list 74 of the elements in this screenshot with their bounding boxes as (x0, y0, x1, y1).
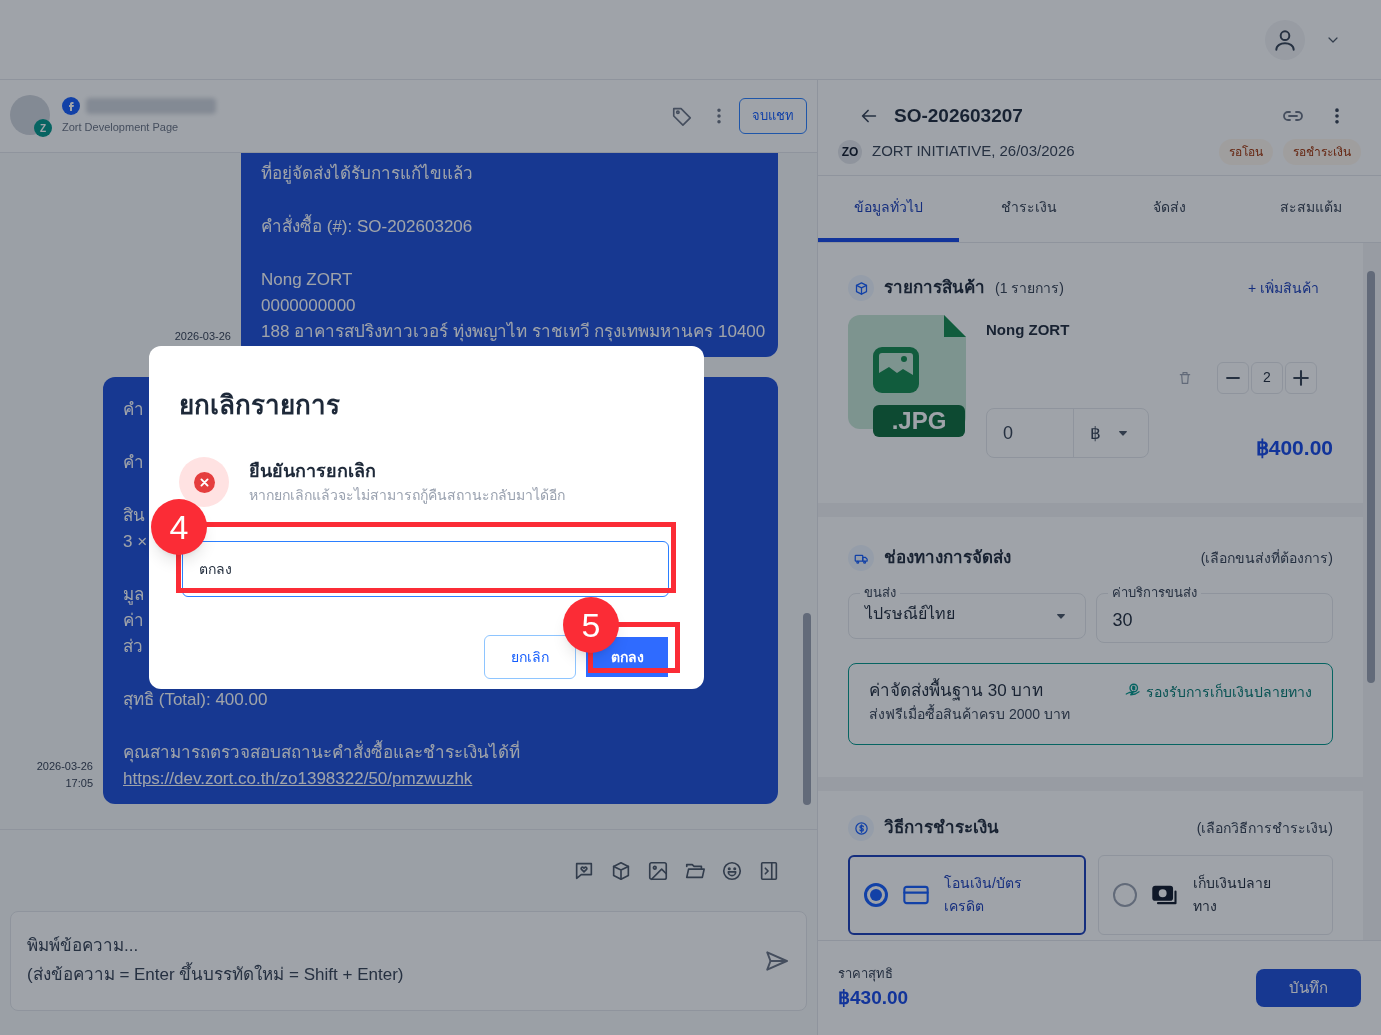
total-label: ราคาสุทธิ (838, 965, 893, 984)
minus-icon (1226, 376, 1240, 379)
section-title: ช่องทางการจัดส่ง (884, 547, 1011, 570)
message-text: คำ (123, 452, 144, 474)
status-badge: รอชำระเงิน (1283, 138, 1361, 165)
section-hint: (เลือกวิธีการชำระเงิน) (1196, 818, 1333, 838)
section-hint: (เลือกขนส่งที่ต้องการ) (1200, 548, 1333, 568)
payment-option[interactable]: โอนเงิน/บัตรเครดิต (848, 855, 1086, 935)
facebook-icon (62, 96, 80, 115)
message-text: 0000000000 (261, 295, 356, 317)
section-title: รายการสินค้า (884, 277, 985, 300)
order-number: SO-202603207 (894, 104, 1024, 128)
send-icon[interactable] (764, 948, 790, 974)
dollar-icon (848, 815, 874, 841)
box-icon (848, 275, 874, 301)
cancel-button[interactable]: ยกเลิก (484, 635, 576, 679)
message-text: Nong ZORT (261, 269, 353, 291)
message-text: คำสั่งซื้อ (#): SO-202603206 (261, 214, 473, 240)
tab[interactable]: ชำระเงิน (958, 176, 1100, 242)
item-count: (1 รายการ) (995, 278, 1065, 298)
message-time: 2026-03-26 17:05 (35, 759, 93, 791)
add-product-link[interactable]: + เพิ่มสินค้า (1247, 277, 1319, 299)
payment-option[interactable]: เก็บเงินปลายทาง (1097, 855, 1333, 935)
tab[interactable]: จัดส่ง (1099, 176, 1241, 242)
minus-button[interactable] (1217, 361, 1249, 394)
message-textarea[interactable]: พิมพ์ข้อความ... (ส่งข้อความ = Enter ขึ้นบรรทัดใหม่ = Shift + Enter) (27, 931, 764, 991)
message-text: 188 อาคารสปริงทาวเวอร์ ทุ่งพญาไท ราชเทวี กรุงเทพมหานคร 10400 (261, 320, 766, 344)
shipping-info-note: ส่งฟรีเมื่อซื้อสินค้าครบ 2000 บาท (869, 703, 1070, 724)
message-text: สุทธิ (Total): 400.00 (123, 689, 268, 712)
page-name: Zort Development Page (62, 119, 180, 135)
message-text: 3 × (123, 531, 148, 553)
payment-option-label: เก็บเงินปลายทาง (1192, 873, 1272, 916)
tab[interactable]: สะสมแต้ม (1240, 176, 1381, 242)
company-avatar: ZO (838, 139, 862, 164)
payment-option-label: โอนเงิน/บัตรเครดิต (944, 874, 1023, 916)
smiley-icon[interactable] (721, 859, 743, 882)
panel-icon[interactable] (758, 859, 780, 882)
section-title: วิธีการชำระเงิน (884, 817, 999, 840)
message-text: ที่อยู่จัดส่งได้รับการแก้ไขแล้ว (261, 161, 473, 187)
message-text: ส่ว (123, 636, 143, 658)
status-badge: รอโอน (1219, 138, 1273, 165)
message-time: 2026-03-26 (173, 329, 231, 344)
plus-button[interactable] (1285, 361, 1317, 394)
tag-icon[interactable] (671, 105, 693, 127)
image-icon[interactable] (647, 859, 669, 882)
dialog-heading: ยืนยันการยกเลิก (249, 460, 377, 483)
product-price: ฿400.00 (1254, 434, 1333, 461)
radio-button[interactable] (1112, 883, 1137, 907)
message-text: ค่า (123, 610, 144, 632)
file-type-label: .JPG (873, 405, 965, 437)
radio-button[interactable] (864, 883, 888, 907)
message-text: มูล (123, 584, 144, 607)
message-input[interactable]: พิมพ์ข้อความ... (ส่งข้อความ = Enter ขึ้นบรรทัดใหม่ = Shift + Enter) (10, 911, 807, 1011)
message-text: สิน (123, 505, 145, 527)
save-button[interactable]: บันทึก (1256, 969, 1361, 1007)
order-subtitle: ZORT INITIATIVE, 26/03/2026 (872, 141, 1076, 162)
cod-support-text: รองรับการเก็บเงินปลายทาง (1146, 682, 1312, 702)
message-text: คำ (123, 399, 144, 421)
dialog-title: ยกเลิกรายการ (179, 389, 341, 422)
message-text: คุณสามารถตรวจสอบสถานะคำสั่งซื้อและชำระเงินได้ที่ (123, 740, 520, 766)
plus-icon (1293, 369, 1309, 386)
contact-avatar (10, 95, 50, 135)
quantity-field[interactable]: 2 (1251, 361, 1283, 394)
end-chat-button[interactable]: จบแชท (739, 98, 807, 134)
error-icon (179, 457, 229, 507)
order-link[interactable]: https://dev.zort.co.th/zo1398322/50/pmzwuzhk (123, 766, 473, 792)
box-icon[interactable] (610, 859, 632, 882)
total-price: ฿430.00 (838, 985, 909, 1010)
avatar-badge: Z (34, 119, 52, 137)
dialog-message: หากยกเลิกแล้วจะไม่สามารถกู้คืนสถานะกลับมาได้อีก (249, 486, 565, 506)
truck-icon (848, 545, 874, 571)
user-avatar[interactable] (1265, 19, 1305, 60)
shipping-info-title: ค่าจัดส่งพื้นฐาน 30 บาท (869, 678, 1044, 704)
product-name: Nong ZORT (986, 320, 1071, 340)
